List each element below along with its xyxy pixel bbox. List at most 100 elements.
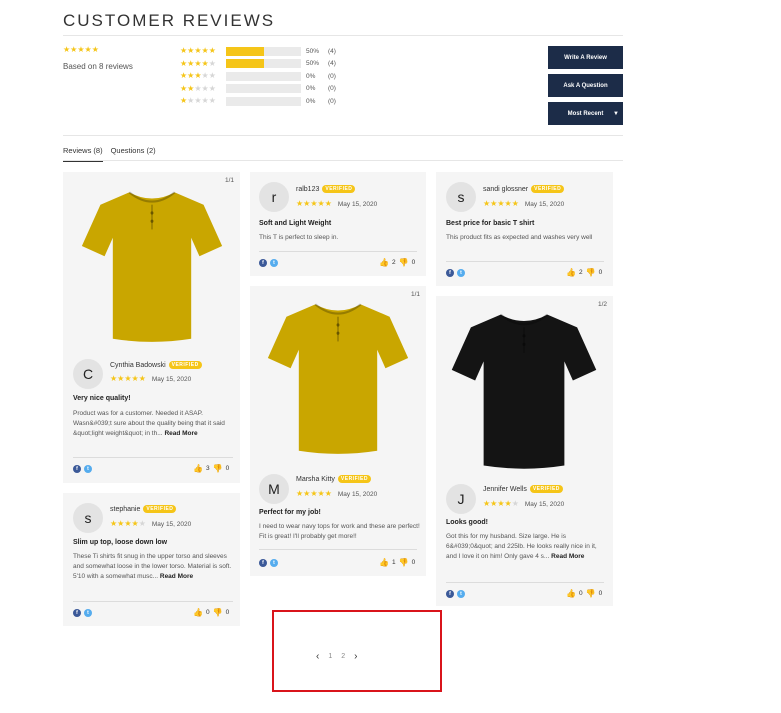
review-author: ralb123 VERIFIED (296, 185, 356, 193)
thumbs-up-icon[interactable]: 👍 (193, 464, 203, 473)
share-buttons: ft (73, 609, 92, 617)
thumbs-down-icon[interactable]: 👎 (586, 589, 596, 598)
thumbs-up-icon[interactable]: 👍 (379, 258, 389, 267)
review-title: Very nice quality! (73, 395, 131, 402)
twitter-icon[interactable]: t (270, 259, 278, 267)
read-more-link[interactable]: Read More (164, 430, 197, 437)
histogram-row-1[interactable]: ★ ★ ★ ★ ★ 0% (0) (180, 95, 360, 108)
review-body: These Ti shirts fit snug in the upper to… (73, 553, 232, 580)
facebook-icon[interactable]: f (73, 465, 81, 473)
review-author: stephanie VERIFIED (110, 505, 177, 513)
avatar: C (73, 359, 103, 389)
histogram-percent: 50% (306, 60, 320, 68)
five-star-icons: ★ ★ ★ ★ ★ (180, 46, 216, 56)
share-buttons: ft (259, 259, 278, 267)
thumbs-up-icon[interactable]: 👍 (566, 589, 576, 598)
histogram-percent: 0% (306, 72, 316, 80)
review-card: 1/2 J Jennifer Wells VERIFIED ★ ★ ★ ★ ★ May 15… (436, 296, 613, 606)
histogram-count: (4) (328, 47, 336, 55)
review-rating: ★ ★ ★ ★ ★ May 15, 2020 (483, 499, 565, 508)
histogram-row-3[interactable]: ★ ★ ★ ★ ★ 0% (0) (180, 70, 360, 83)
thumbs-down-icon[interactable]: 👎 (213, 608, 223, 617)
facebook-icon[interactable]: f (259, 259, 267, 267)
thumbs-up-icon[interactable]: 👍 (379, 558, 389, 567)
vote-buttons: 👍 2 👎 0 (379, 258, 415, 267)
facebook-icon[interactable]: f (73, 609, 81, 617)
author-name: stephanie (110, 505, 141, 513)
upvote-count: 1 (391, 559, 396, 566)
divider (73, 457, 233, 458)
thumbs-down-icon[interactable]: 👎 (586, 268, 596, 277)
twitter-icon[interactable]: t (270, 559, 278, 567)
verified-badge: VERIFIED (143, 505, 177, 513)
downvote-count: 0 (411, 259, 416, 266)
three-star-icons: ★ ★ ★ ★ ★ (180, 71, 216, 81)
thumbs-down-icon[interactable]: 👎 (213, 464, 223, 473)
twitter-icon[interactable]: t (84, 465, 92, 473)
thumbs-up-icon[interactable]: 👍 (566, 268, 576, 277)
verified-badge: VERIFIED (529, 485, 563, 493)
read-more-link[interactable]: Read More (160, 573, 193, 580)
vote-buttons: 👍 2 👎 0 (566, 268, 602, 277)
review-body: Got this for my husband. Size large. He … (446, 533, 597, 560)
one-star-icons: ★ ★ ★ ★ ★ (180, 96, 216, 106)
review-body: This T is perfect to sleep in. (259, 234, 339, 241)
share-buttons: ft (73, 465, 92, 473)
review-title: Soft and Light Weight (259, 220, 332, 227)
review-rating: ★ ★ ★ ★ ★ May 15, 2020 (110, 519, 192, 528)
write-review-button[interactable]: Write A Review (548, 46, 623, 69)
divider (259, 251, 417, 252)
share-buttons: ft (259, 559, 278, 567)
histogram-row-5[interactable]: ★ ★ ★ ★ ★ 50% (4) (180, 45, 360, 58)
twitter-icon[interactable]: t (457, 269, 465, 277)
divider (446, 582, 604, 583)
downvote-count: 0 (598, 590, 603, 597)
review-rating: ★ ★ ★ ★ ★ May 15, 2020 (296, 199, 378, 208)
divider (259, 549, 417, 550)
review-rating: ★ ★ ★ ★ ★ May 15, 2020 (483, 199, 565, 208)
review-author: Marsha Kitty VERIFIED (296, 475, 371, 483)
facebook-icon[interactable]: f (446, 269, 454, 277)
verified-badge: VERIFIED (337, 475, 371, 483)
histogram-percent: 50% (306, 47, 320, 55)
histogram-count: (4) (328, 60, 336, 68)
histogram-row-4[interactable]: ★ ★ ★ ★ ★ 50% (4) (180, 58, 360, 71)
summary-stars: ★ ★ ★ ★ ★ (63, 46, 99, 54)
thumbs-down-icon[interactable]: 👎 (399, 558, 409, 567)
facebook-icon[interactable]: f (446, 590, 454, 598)
downvote-count: 0 (225, 465, 230, 472)
avatar: r (259, 182, 289, 212)
divider (446, 261, 604, 262)
histogram-bar (226, 96, 301, 106)
histogram-bar (226, 71, 301, 81)
rating-histogram: ★ ★ ★ ★ ★ 50% (4) ★ ★ ★ ★ ★ 50% (4) ★ ★ ★ ★ ★ 0% (0)… (180, 45, 360, 108)
twitter-icon[interactable]: t (84, 609, 92, 617)
thumbs-up-icon[interactable]: 👍 (193, 608, 203, 617)
share-buttons: ft (446, 590, 465, 598)
downvote-count: 0 (411, 559, 416, 566)
vote-buttons: 👍 0 👎 0 (193, 608, 229, 617)
yellow-tshirt-photo[interactable] (71, 182, 233, 347)
divider (63, 160, 623, 161)
two-star-icons: ★ ★ ★ ★ ★ (180, 83, 216, 93)
facebook-icon[interactable]: f (259, 559, 267, 567)
review-card: 1/1 C Cynthia Badowski VERIFIED ★ ★ ★ ★ ★ May … (63, 172, 240, 483)
ask-question-button[interactable]: Ask A Question (548, 74, 623, 97)
author-name: sandi glossner (483, 185, 529, 193)
verified-badge: VERIFIED (531, 185, 565, 193)
histogram-count: (0) (328, 97, 336, 105)
thumbs-down-icon[interactable]: 👎 (399, 258, 409, 267)
star-icon: ★ (70, 45, 78, 54)
black-tshirt-photo[interactable] (444, 304, 604, 474)
page-title: CUSTOMER REVIEWS (63, 11, 276, 30)
histogram-row-2[interactable]: ★ ★ ★ ★ ★ 0% (0) (180, 83, 360, 96)
yellow-tshirt-photo[interactable] (258, 294, 418, 459)
review-title: Best price for basic T shirt (446, 220, 535, 227)
read-more-link[interactable]: Read More (551, 553, 584, 560)
upvote-count: 2 (391, 259, 396, 266)
twitter-icon[interactable]: t (457, 590, 465, 598)
divider (63, 35, 623, 36)
sort-dropdown-label: Most Recent (567, 110, 604, 117)
sort-dropdown[interactable]: Most Recent ▼ (548, 102, 623, 125)
verified-badge: VERIFIED (168, 361, 202, 369)
